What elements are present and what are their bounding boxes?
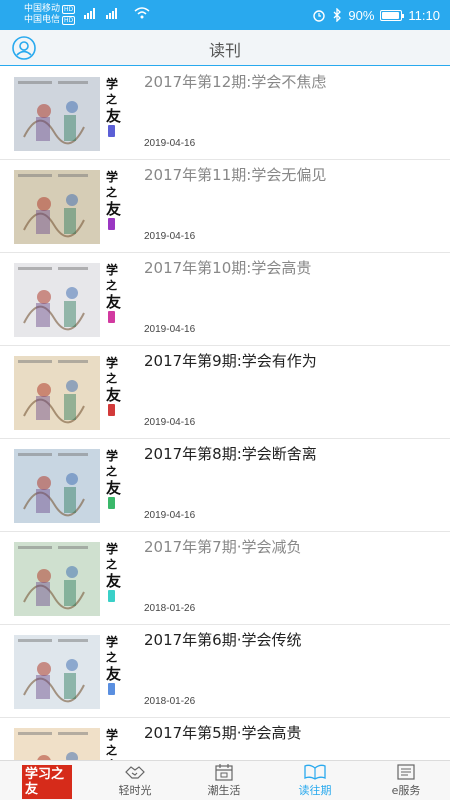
cover-seal — [108, 404, 115, 416]
issue-list-item[interactable]: 学 之 友 2017年第11期:学会无偏见 2019-04-16 — [0, 160, 450, 253]
issue-title[interactable]: 2017年第6期·学会传统 — [144, 629, 302, 650]
issue-cover: 学 之 友 — [14, 75, 130, 153]
issue-title[interactable]: 2017年第9期:学会有作为 — [144, 350, 317, 371]
cover-seal — [108, 497, 115, 509]
issue-date: 2018-01-26 — [144, 696, 196, 707]
cover-seal — [108, 218, 115, 230]
cover-illustration — [14, 635, 100, 709]
issue-cover: 学 之 友 — [14, 447, 130, 525]
issue-cover: 学 之 友 — [14, 633, 130, 711]
cover-calligraphy: 学 之 友 — [100, 726, 130, 760]
open-book-icon — [304, 764, 326, 780]
tab-e-service[interactable]: e服务 — [366, 763, 446, 800]
status-bar: 中国移动 HD 中国电信 HD 90% 11:10 — [0, 0, 450, 30]
cover-seal — [108, 683, 115, 695]
cover-seal — [108, 311, 115, 323]
handshake-icon — [125, 766, 145, 779]
tab-label: e服务 — [391, 784, 421, 797]
tab-trend-life[interactable]: 潮生活 — [184, 763, 264, 800]
issue-cover: 学 之 友 — [14, 540, 130, 618]
issue-title[interactable]: 2017年第8期:学会断舍离 — [144, 443, 317, 464]
issue-cover: 学 之 友 — [14, 261, 130, 339]
issue-list-item[interactable]: 学 之 友 2017年第5期·学会高贵 — [0, 718, 450, 760]
cover-calligraphy: 学 之 友 — [100, 75, 130, 153]
bluetooth-icon — [333, 8, 342, 22]
issue-list-item[interactable]: 学 之 友 2017年第9期:学会有作为 2019-04-16 — [0, 346, 450, 439]
newspaper-icon — [397, 764, 415, 780]
tab-past-issues[interactable]: 读往期 — [275, 763, 355, 800]
bottom-nav: 学习之友 轻时光 潮生活 读往期 e服务 — [0, 760, 450, 800]
issue-list-item[interactable]: 学 之 友 2017年第7期·学会减负 2018-01-26 — [0, 532, 450, 625]
cover-calligraphy: 学 之 友 — [100, 354, 130, 432]
issue-date: 2019-04-16 — [144, 231, 196, 242]
issue-date: 2019-04-16 — [144, 138, 196, 149]
wifi-icon — [134, 7, 150, 19]
cover-calligraphy: 学 之 友 — [100, 261, 130, 339]
alarm-icon — [313, 10, 326, 22]
cover-illustration — [14, 728, 100, 760]
issue-cover: 学 之 友 — [14, 168, 130, 246]
cover-seal — [108, 125, 115, 137]
app-logo[interactable]: 学习之友 — [22, 765, 72, 799]
cover-illustration — [14, 542, 100, 616]
issue-title[interactable]: 2017年第12期:学会不焦虑 — [144, 71, 326, 92]
signal-icon — [84, 8, 117, 19]
cover-illustration — [14, 170, 100, 244]
carrier-1: 中国移动 — [24, 4, 61, 14]
tab-label: 读往期 — [298, 784, 332, 797]
cover-illustration — [14, 77, 100, 151]
issue-title[interactable]: 2017年第5期·学会高贵 — [144, 722, 302, 743]
issue-list[interactable]: 学 之 友 2017年第12期:学会不焦虑 2019-04-16 学 之 友 2… — [0, 67, 450, 760]
tab-label: 轻时光 — [118, 784, 152, 797]
title-bar: 读刊 — [0, 30, 450, 66]
hd-badge-1: HD — [62, 5, 76, 14]
carrier-2: 中国电信 — [24, 15, 61, 25]
battery-level — [382, 11, 399, 19]
cover-illustration — [14, 263, 100, 337]
cover-calligraphy: 学 之 友 — [100, 168, 130, 246]
issue-list-item[interactable]: 学 之 友 2017年第12期:学会不焦虑 2019-04-16 — [0, 67, 450, 160]
issue-cover: 学 之 友 — [14, 354, 130, 432]
page-title: 读刊 — [208, 41, 241, 60]
issue-date: 2019-04-16 — [144, 324, 196, 335]
cover-seal — [108, 590, 115, 602]
issue-title[interactable]: 2017年第7期·学会减负 — [144, 536, 302, 557]
tab-label: 潮生活 — [207, 784, 241, 797]
issue-date: 2019-04-16 — [144, 417, 196, 428]
battery-percent: 90% — [348, 7, 375, 23]
issue-date: 2018-01-26 — [144, 603, 196, 614]
tab-light-time[interactable]: 轻时光 — [95, 763, 175, 800]
hd-badge-2: HD — [62, 16, 76, 25]
issue-list-item[interactable]: 学 之 友 2017年第6期·学会传统 2018-01-26 — [0, 625, 450, 718]
issue-cover: 学 之 友 — [14, 726, 130, 760]
issue-title[interactable]: 2017年第10期:学会高贵 — [144, 257, 311, 278]
issue-list-item[interactable]: 学 之 友 2017年第8期:学会断舍离 2019-04-16 — [0, 439, 450, 532]
issue-title[interactable]: 2017年第11期:学会无偏见 — [144, 164, 326, 185]
logo-text: 学习之友 — [25, 767, 65, 797]
status-right: 90% 11:10 — [306, 6, 440, 24]
battery-icon — [380, 9, 405, 21]
issue-list-item[interactable]: 学 之 友 2017年第10期:学会高贵 2019-04-16 — [0, 253, 450, 346]
issue-date: 2019-04-16 — [144, 510, 196, 521]
calendar-icon — [215, 764, 233, 781]
cover-calligraphy: 学 之 友 — [100, 633, 130, 711]
cover-calligraphy: 学 之 友 — [100, 540, 130, 618]
carrier-info: 中国移动 HD 中国电信 HD — [24, 4, 76, 26]
cover-calligraphy: 学 之 友 — [100, 447, 130, 525]
cover-illustration — [14, 356, 100, 430]
cover-illustration — [14, 449, 100, 523]
clock: 11:10 — [408, 7, 440, 23]
